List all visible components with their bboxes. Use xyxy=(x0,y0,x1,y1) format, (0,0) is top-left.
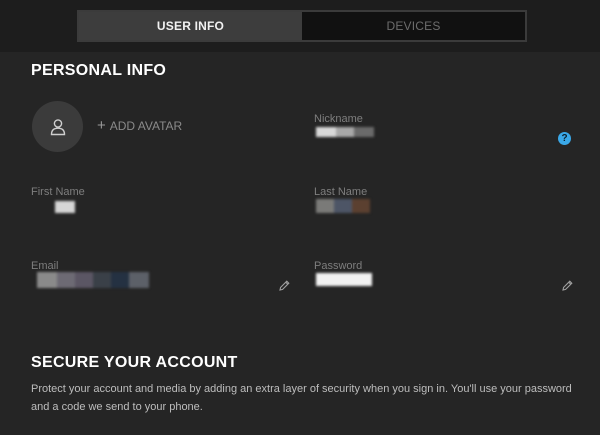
email-field: Email xyxy=(31,260,59,272)
first-name-field: First Name xyxy=(31,186,85,198)
top-bar: USER INFO DEVICES xyxy=(0,0,600,52)
email-value xyxy=(37,272,149,288)
edit-password-pencil-icon[interactable] xyxy=(561,279,574,292)
email-label: Email xyxy=(31,260,59,272)
nickname-label: Nickname xyxy=(314,113,363,125)
first-name-value xyxy=(55,201,75,213)
first-name-label: First Name xyxy=(31,186,85,198)
password-value xyxy=(316,273,372,286)
edit-email-pencil-icon[interactable] xyxy=(278,279,291,292)
personal-info-title: PERSONAL INFO xyxy=(31,62,167,79)
tab-bar: USER INFO DEVICES xyxy=(77,10,527,42)
add-avatar-button[interactable]: + ADD AVATAR xyxy=(97,117,183,134)
user-icon xyxy=(50,118,65,135)
add-avatar-label: ADD AVATAR xyxy=(109,119,183,133)
last-name-field: Last Name xyxy=(314,186,367,198)
secure-account-title: SECURE YOUR ACCOUNT xyxy=(31,354,238,371)
last-name-label: Last Name xyxy=(314,186,368,198)
nickname-field: Nickname xyxy=(314,113,363,125)
help-icon[interactable]: ? xyxy=(558,132,571,145)
nickname-value xyxy=(316,127,374,137)
tab-user-info[interactable]: USER INFO xyxy=(79,12,302,40)
avatar[interactable] xyxy=(32,101,83,152)
tab-devices[interactable]: DEVICES xyxy=(302,12,525,40)
plus-icon: + xyxy=(97,117,106,134)
password-field: Password xyxy=(314,260,362,272)
secure-account-description: Protect your account and media by adding… xyxy=(31,383,572,413)
password-label: Password xyxy=(314,260,363,272)
last-name-value xyxy=(316,199,370,213)
